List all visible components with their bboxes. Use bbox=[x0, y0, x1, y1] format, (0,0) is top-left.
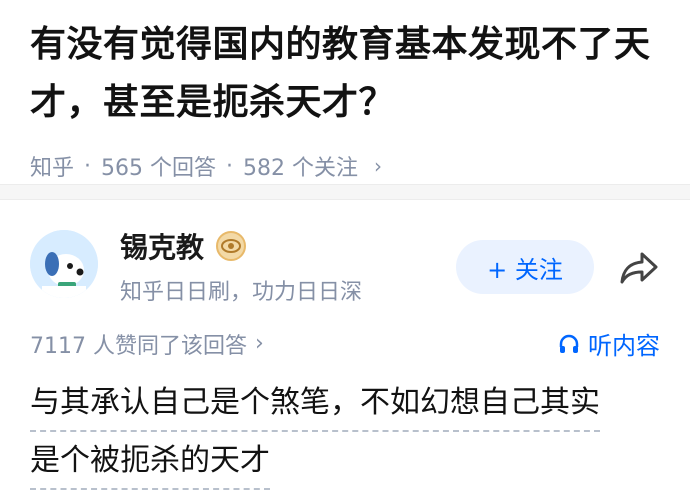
follow-button-label: + 关注 bbox=[487, 255, 563, 284]
vote-count[interactable]: 7117 人赞同了该回答 › bbox=[30, 328, 264, 360]
followers-count: 582 个关注 bbox=[243, 156, 359, 181]
author-name[interactable]: 锡克教 bbox=[120, 226, 204, 266]
author-header: 锡克教 知乎日日刷，功力日日深 + 关注 bbox=[30, 224, 660, 312]
question-title[interactable]: 有没有觉得国内的教育基本发现不了天才，甚至是扼杀天才？ bbox=[30, 16, 660, 132]
author-name-row: 锡克教 bbox=[120, 226, 247, 266]
avatar[interactable] bbox=[30, 230, 98, 298]
zhihu-answer-page: 有没有觉得国内的教育基本发现不了天才，甚至是扼杀天才？ 知乎 · 565 个回答… bbox=[0, 0, 690, 494]
headphones-icon bbox=[559, 334, 579, 353]
answer-content[interactable]: 与其承认自己是个煞笔，不如幻想自己其实 是个被扼杀的天才 bbox=[30, 378, 660, 494]
listen-button[interactable]: 听内容 bbox=[558, 326, 660, 361]
author-description: 知乎日日刷，功力日日深 bbox=[120, 280, 363, 305]
question-source: 知乎 bbox=[30, 156, 75, 181]
listen-label: 听内容 bbox=[588, 332, 660, 360]
vote-row: 7117 人赞同了该回答 › 听内容 bbox=[30, 326, 660, 361]
follow-button[interactable]: + 关注 bbox=[456, 240, 594, 294]
meta-separator: · bbox=[84, 153, 92, 179]
answer-line: 是个被扼杀的天才 bbox=[30, 436, 270, 490]
chevron-right-icon: › bbox=[374, 154, 383, 178]
share-icon[interactable] bbox=[618, 248, 660, 288]
section-divider bbox=[0, 184, 690, 200]
chevron-right-icon: › bbox=[254, 331, 264, 356]
vote-count-text: 7117 人赞同了该回答 bbox=[30, 333, 247, 359]
question-meta[interactable]: 知乎 · 565 个回答 · 582 个关注 › bbox=[30, 150, 660, 182]
meta-separator: · bbox=[226, 153, 234, 179]
answers-count: 565 个回答 bbox=[101, 156, 217, 181]
avatar-dog-icon bbox=[30, 230, 98, 298]
question-section: 有没有觉得国内的教育基本发现不了天才，甚至是扼杀天才？ 知乎 · 565 个回答… bbox=[0, 0, 690, 182]
answer-line: 与其承认自己是个煞笔，不如幻想自己其实 bbox=[30, 378, 600, 432]
badge-eye-icon[interactable] bbox=[216, 231, 247, 261]
